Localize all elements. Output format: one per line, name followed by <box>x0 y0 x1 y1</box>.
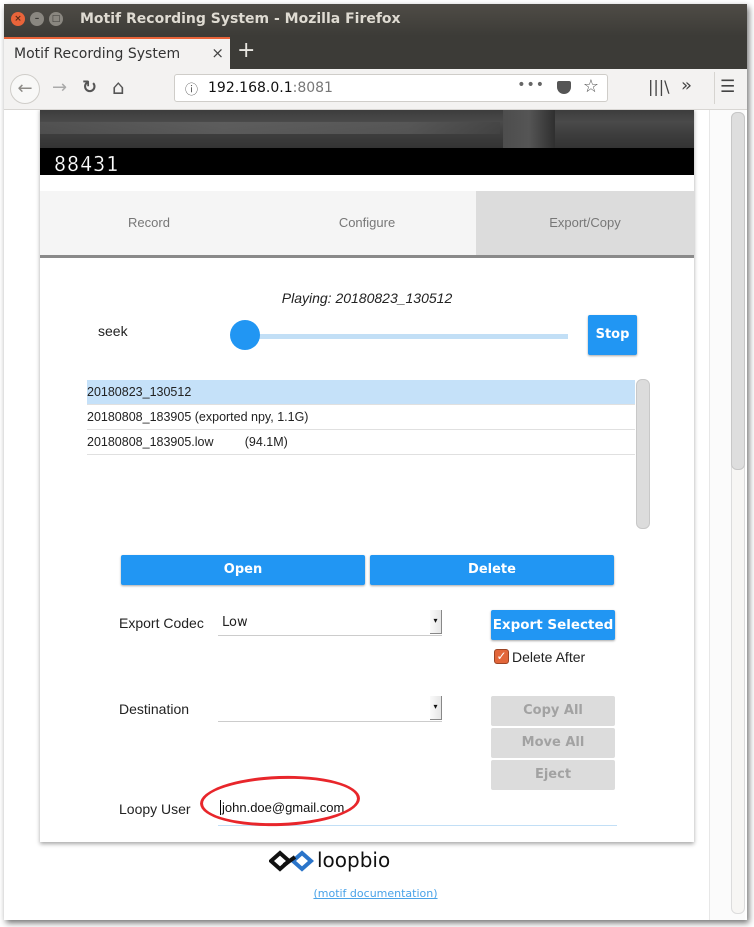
tab-strip: Motif Recording System × + <box>4 36 747 69</box>
export-selected-button[interactable]: Export Selected <box>491 610 615 640</box>
window-minimize-button[interactable]: – <box>30 12 44 26</box>
window-maximize-button[interactable]: □ <box>49 12 63 26</box>
seek-slider-handle[interactable] <box>230 320 260 350</box>
delete-after-checkbox[interactable]: ✓ <box>494 649 509 664</box>
site-info-icon[interactable]: ⓘ <box>185 79 198 98</box>
dropdown-arrow-icon[interactable]: ▾ <box>430 610 442 634</box>
open-button[interactable]: Open <box>121 555 365 585</box>
browser-tab-title: Motif Recording System <box>14 46 181 62</box>
back-arrow-icon: ← <box>17 78 33 99</box>
playing-status: Playing: 20180823_130512 <box>281 290 453 306</box>
preview-detail <box>503 110 555 148</box>
preview-detail <box>40 122 500 134</box>
tab-configure[interactable]: Configure <box>258 191 476 255</box>
page-scrollbar[interactable] <box>709 110 745 920</box>
page-viewport: 88431 Record Configure Export/Copy Playi… <box>4 110 747 920</box>
browser-tab[interactable]: Motif Recording System × <box>4 37 230 69</box>
title-bar: × – □ Motif Recording System - Mozilla F… <box>4 4 747 36</box>
forward-arrow-icon: → <box>52 77 68 98</box>
panel-tabs: Record Configure Export/Copy <box>40 191 694 258</box>
motif-documentation-link[interactable]: (motif documentation) <box>4 887 747 900</box>
seek-label: seek <box>98 323 128 339</box>
dropdown-arrow-icon[interactable]: ▾ <box>430 696 442 720</box>
destination-label: Destination <box>119 701 190 717</box>
move-all-button[interactable]: Move All <box>491 728 615 758</box>
frame-counter: 88431 <box>54 152 120 176</box>
url-bar[interactable]: ⓘ 192.168.0.1:8081 ••• ☆ <box>174 74 608 102</box>
bookmark-star-icon[interactable]: ☆ <box>583 76 599 97</box>
url-text[interactable]: 192.168.0.1:8081 <box>208 80 333 96</box>
frame-counter-bar <box>40 148 694 175</box>
library-icon: |||\ <box>648 77 670 96</box>
reload-icon: ↻ <box>82 77 98 98</box>
library-button[interactable]: |||\ <box>648 77 670 96</box>
pocket-icon[interactable] <box>557 81 571 94</box>
loopbio-wordmark: loopbio <box>317 848 391 872</box>
new-tab-button[interactable]: + <box>237 38 255 63</box>
export-codec-select[interactable]: Low ▾ <box>218 610 442 636</box>
overflow-button[interactable]: » <box>681 75 692 96</box>
stop-button[interactable]: Stop <box>588 315 637 355</box>
hamburger-menu-icon: ☰ <box>720 77 736 97</box>
export-codec-value: Low <box>222 615 248 630</box>
page-actions-icon[interactable]: ••• <box>517 77 545 93</box>
loopbio-infinity-icon <box>267 850 315 872</box>
url-host: 192.168.0.1 <box>208 80 293 96</box>
motif-panel: 88431 Record Configure Export/Copy Playi… <box>40 110 694 842</box>
eject-button[interactable]: Eject <box>491 760 615 790</box>
chevrons-right-icon: » <box>681 75 693 96</box>
seek-slider-track[interactable] <box>238 334 568 339</box>
window-close-button[interactable]: × <box>11 12 25 26</box>
page-scrollbar-track[interactable] <box>729 110 745 920</box>
back-button[interactable]: ← <box>10 74 40 104</box>
url-port: :8081 <box>292 80 333 96</box>
loopy-user-label: Loopy User <box>119 801 191 817</box>
navigation-toolbar: ← → ↻ ⌂ ⓘ 192.168.0.1:8081 ••• ☆ |||\ » … <box>4 69 747 110</box>
loopbio-logo: loopbio <box>267 848 390 874</box>
delete-button[interactable]: Delete <box>370 555 614 585</box>
camera-preview <box>40 110 694 148</box>
browser-window: × – □ Motif Recording System - Mozilla F… <box>4 4 747 920</box>
list-item[interactable]: 20180823_130512 <box>87 380 635 405</box>
delete-after-label: Delete After <box>512 649 586 665</box>
tab-export-copy[interactable]: Export/Copy <box>476 191 694 255</box>
window-title: Motif Recording System - Mozilla Firefox <box>80 11 401 27</box>
forward-button[interactable]: → <box>52 77 67 98</box>
copy-all-button[interactable]: Copy All <box>491 696 615 726</box>
tab-record[interactable]: Record <box>40 191 258 255</box>
recordings-list: 20180823_130512 20180808_183905 (exporte… <box>87 380 635 530</box>
page-scrollbar-thumb[interactable] <box>731 112 745 470</box>
reload-button[interactable]: ↻ <box>82 77 97 98</box>
close-tab-icon[interactable]: × <box>211 44 224 62</box>
home-icon: ⌂ <box>112 75 125 99</box>
destination-select[interactable]: ▾ <box>218 696 442 722</box>
list-scrollbar[interactable] <box>636 379 650 529</box>
list-item[interactable]: 20180808_183905.low (94.1M) <box>87 430 635 455</box>
home-button[interactable]: ⌂ <box>112 75 125 99</box>
list-item[interactable]: 20180808_183905 (exported npy, 1.1G) <box>87 405 635 430</box>
export-codec-label: Export Codec <box>119 615 204 631</box>
toolbar-divider <box>714 72 715 104</box>
menu-button[interactable]: ☰ <box>720 77 735 97</box>
